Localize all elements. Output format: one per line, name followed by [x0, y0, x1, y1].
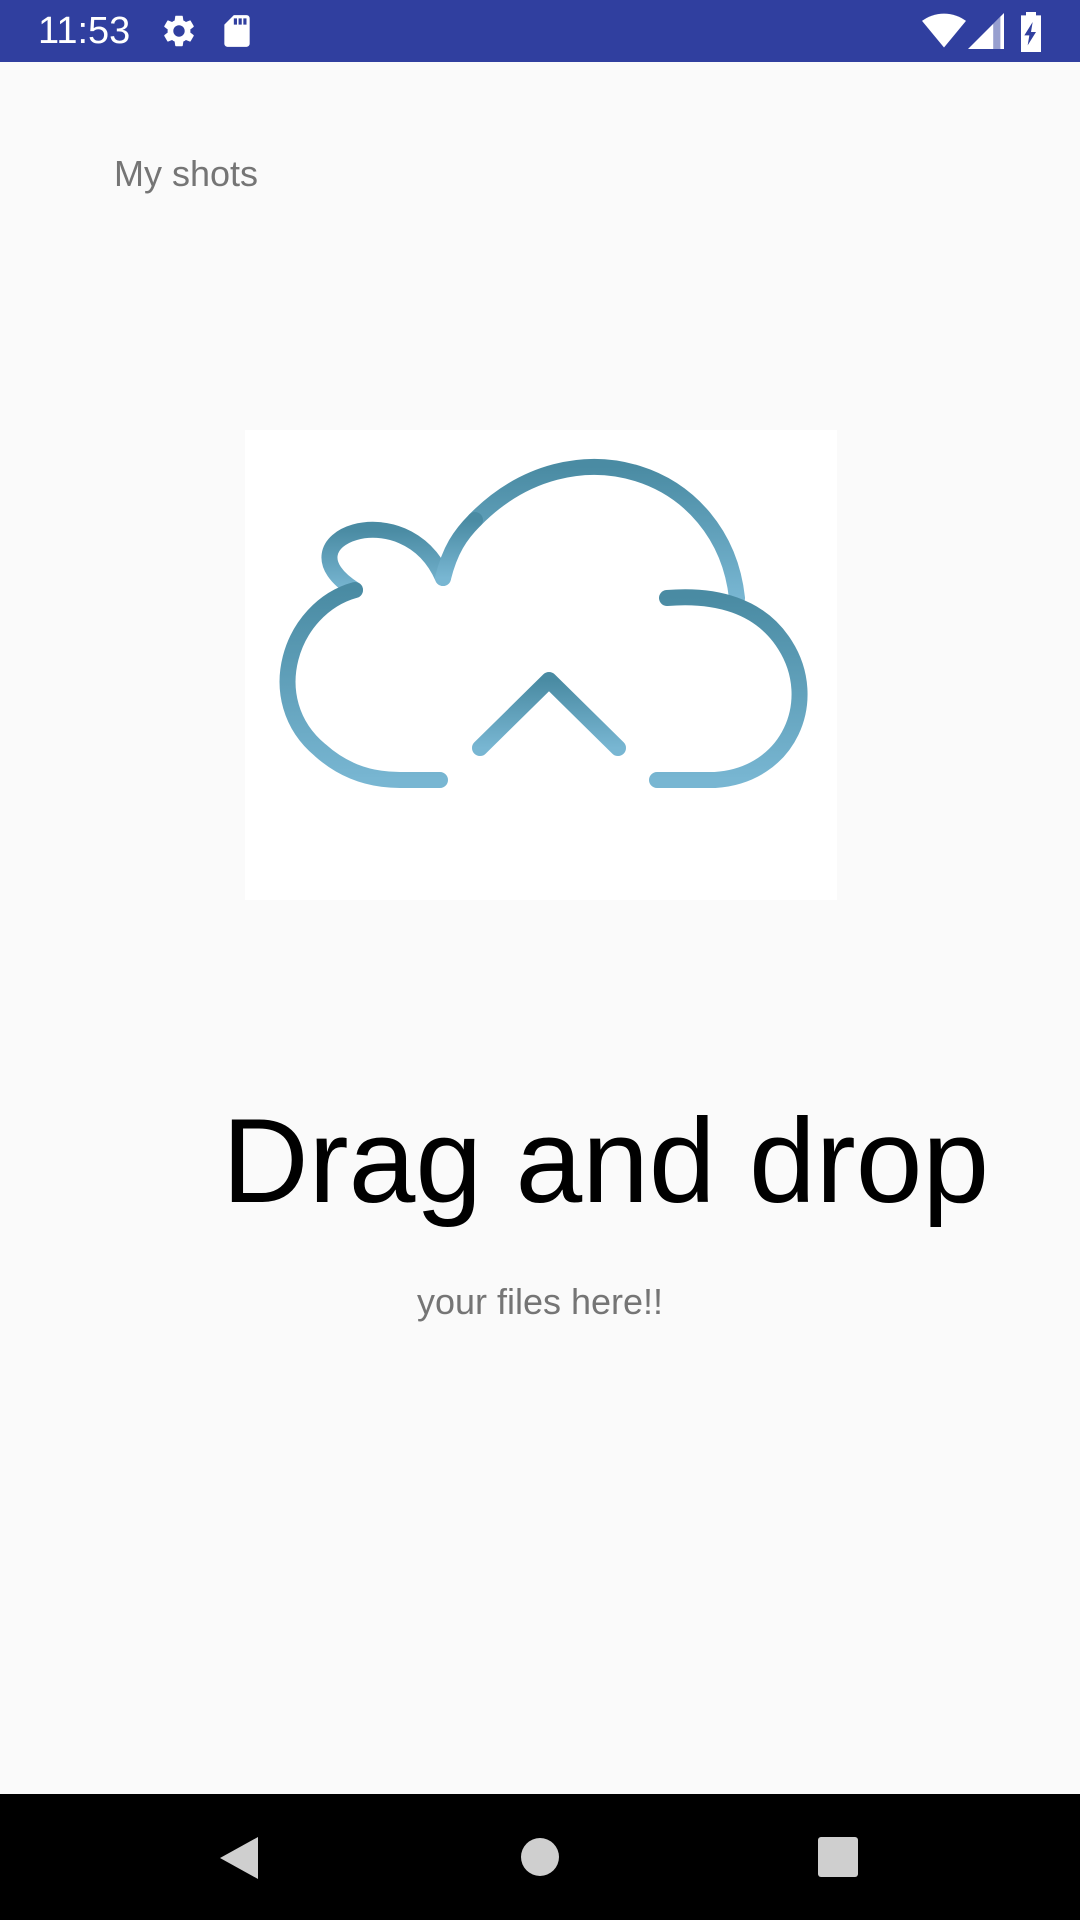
- wifi-icon: [922, 12, 966, 50]
- headline: Drag and drop: [222, 1094, 990, 1228]
- status-bar: 11:53: [0, 0, 1080, 62]
- app-content: My shots Drag and drop your files here!!: [0, 62, 1080, 1794]
- back-icon[interactable]: [200, 1817, 280, 1897]
- subtitle: your files here!!: [416, 1281, 664, 1322]
- page-title: My shots: [114, 153, 259, 194]
- status-time: 11:53: [38, 10, 131, 52]
- cloud-upload-icon: [279, 459, 808, 894]
- battery-charging-icon: [1016, 12, 1046, 52]
- gear-icon: [160, 12, 198, 50]
- signal-icon: [968, 12, 1004, 50]
- sd-card-icon: [218, 12, 256, 50]
- home-icon[interactable]: [500, 1817, 580, 1897]
- upload-drop-zone[interactable]: [245, 430, 837, 900]
- navigation-bar: [0, 1794, 1080, 1920]
- recents-icon[interactable]: [798, 1817, 878, 1897]
